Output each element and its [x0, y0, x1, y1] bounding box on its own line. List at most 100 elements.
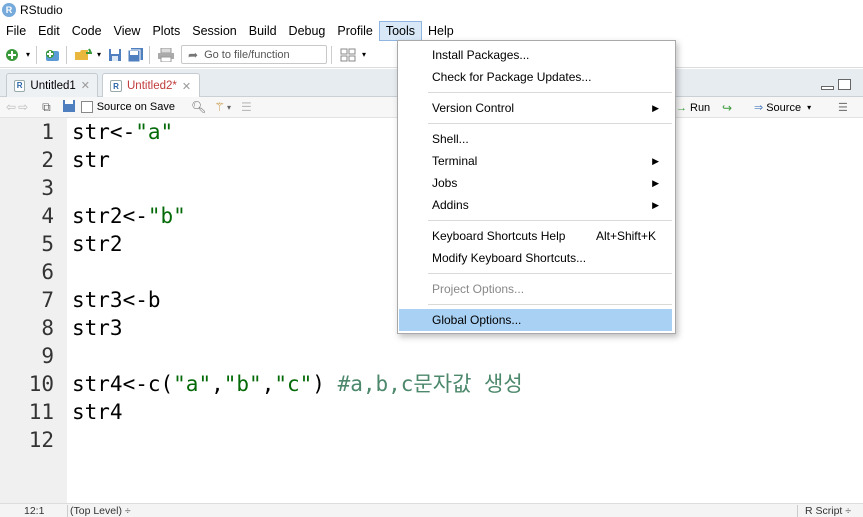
cursor-position: 12:1	[24, 505, 45, 517]
status-divider	[797, 505, 798, 517]
code-text: str4<-c("a","b","c") #a,b,c문자값 생성	[72, 370, 523, 398]
code-line[interactable]: 11 str4	[0, 398, 863, 426]
menu-item-install-packages[interactable]: Install Packages...	[399, 44, 672, 66]
code-text: str2	[72, 230, 123, 258]
code-line[interactable]: 12	[0, 426, 863, 454]
menu-item-check-updates[interactable]: Check for Package Updates...	[399, 66, 672, 88]
rerun-icon[interactable]: ↪	[722, 97, 732, 118]
status-divider	[67, 505, 68, 517]
menu-file[interactable]: File	[0, 21, 32, 41]
menu-tools[interactable]: Tools	[378, 20, 423, 41]
close-icon[interactable]: ✕	[182, 80, 191, 93]
code-token: str	[72, 148, 110, 172]
save-icon[interactable]	[106, 46, 124, 64]
menu-item-label: Keyboard Shortcuts Help	[432, 229, 566, 243]
menu-debug[interactable]: Debug	[283, 21, 332, 41]
menu-item-shell[interactable]: Shell...	[399, 128, 672, 150]
code-token: str4	[72, 400, 123, 424]
line-number: 2	[41, 148, 54, 172]
maximize-pane-icon[interactable]	[838, 79, 851, 90]
menu-session[interactable]: Session	[186, 21, 242, 41]
menu-separator	[428, 123, 672, 124]
line-number: 4	[41, 204, 54, 228]
window-title: RStudio	[20, 2, 63, 17]
menu-item-label: Addins	[432, 198, 469, 212]
title-bar: R RStudio	[0, 0, 863, 19]
dropdown-arrow-icon[interactable]: ▾	[227, 103, 231, 112]
menu-plots[interactable]: Plots	[146, 21, 186, 41]
file-type-selector[interactable]: R Script ÷	[805, 505, 851, 517]
compile-report-icon[interactable]: ☰	[241, 100, 252, 114]
menu-item-label: Version Control	[432, 101, 515, 115]
menu-profile[interactable]: Profile	[331, 21, 378, 41]
back-arrow-icon[interactable]: ⇦	[6, 100, 16, 114]
menu-separator	[428, 273, 672, 274]
go-to-file-input[interactable]: ➦ Go to file/function	[181, 45, 327, 64]
dropdown-arrow-icon[interactable]: ▾	[24, 46, 32, 64]
menu-item-keyboard-shortcuts-help[interactable]: Keyboard Shortcuts Help Alt+Shift+K	[399, 225, 672, 247]
save-icon[interactable]	[62, 99, 75, 115]
line-number: 10	[28, 372, 54, 396]
menu-view[interactable]: View	[108, 21, 147, 41]
menu-help[interactable]: Help	[422, 21, 460, 41]
menu-item-label: Shell...	[432, 132, 469, 146]
minimize-pane-icon[interactable]	[821, 86, 834, 90]
menu-item-label: Check for Package Updates...	[432, 70, 592, 84]
menu-item-modify-shortcuts[interactable]: Modify Keyboard Shortcuts...	[399, 247, 672, 269]
source-arrow-icon: ⇒	[754, 102, 764, 114]
source-on-save-checkbox[interactable]	[80, 101, 93, 113]
tab-untitled1[interactable]: R Untitled1 ✕	[6, 73, 98, 97]
run-arrow-icon: →	[676, 101, 687, 114]
menu-item-jobs[interactable]: Jobs ▶	[399, 172, 672, 194]
pane-controls	[821, 79, 851, 90]
menu-item-label: Modify Keyboard Shortcuts...	[432, 251, 587, 265]
tab-untitled2[interactable]: R Untitled2* ✕	[102, 73, 200, 98]
line-number: 1	[41, 120, 54, 144]
menu-item-global-options[interactable]: Global Options...	[399, 309, 672, 331]
menu-code[interactable]: Code	[66, 21, 108, 41]
code-token: ,	[211, 372, 224, 396]
forward-arrow-icon[interactable]: ⇨	[18, 100, 28, 114]
submenu-arrow-icon: ▶	[652, 200, 659, 210]
submenu-arrow-icon: ▶	[652, 178, 659, 188]
source-on-save-label: Source on Save	[96, 101, 175, 113]
code-line[interactable]: 10 str4<-c("a","b","c") #a,b,c문자값 생성	[0, 370, 863, 398]
r-file-icon: R	[14, 79, 26, 92]
menu-item-addins[interactable]: Addins ▶	[399, 194, 672, 216]
new-file-icon[interactable]	[3, 46, 21, 64]
tools-menu: Install Packages... Check for Package Up…	[397, 40, 676, 334]
menu-item-version-control[interactable]: Version Control ▶	[399, 97, 672, 119]
show-in-window-icon[interactable]: ⧉	[42, 100, 51, 115]
print-icon[interactable]	[157, 46, 175, 64]
scope-selector[interactable]: (Top Level) ÷	[70, 505, 131, 517]
r-file-icon: R	[110, 80, 122, 92]
submenu-arrow-icon: ▶	[652, 156, 659, 166]
menu-edit[interactable]: Edit	[32, 21, 66, 41]
submenu-arrow-icon: ▶	[652, 103, 659, 113]
grid-layout-icon[interactable]	[339, 46, 357, 64]
new-project-icon[interactable]	[44, 46, 62, 64]
menu-build[interactable]: Build	[243, 21, 283, 41]
open-file-icon[interactable]	[74, 46, 92, 64]
close-icon[interactable]: ✕	[81, 79, 90, 92]
code-text: str2<-"b"	[72, 202, 186, 230]
save-all-icon[interactable]	[127, 46, 145, 64]
dropdown-arrow-icon[interactable]: ▾	[360, 46, 368, 64]
run-button[interactable]: → Run	[676, 97, 710, 118]
menu-item-terminal[interactable]: Terminal ▶	[399, 150, 672, 172]
source-button[interactable]: ⇒ Source ▾	[754, 97, 811, 118]
code-line[interactable]: 9	[0, 342, 863, 370]
search-icon[interactable]: 🔍︎	[191, 100, 206, 114]
dropdown-arrow-icon[interactable]: ▾	[95, 46, 103, 64]
code-text: str3<-b	[72, 286, 161, 314]
magic-wand-icon[interactable]: ⚚	[214, 100, 225, 114]
line-number: 11	[28, 400, 54, 424]
toolbar-divider	[149, 45, 150, 64]
run-label: Run	[690, 101, 711, 114]
menu-separator	[428, 220, 672, 221]
code-token: )	[312, 372, 338, 396]
document-outline-icon[interactable]: ☰	[838, 97, 848, 118]
code-token: str3	[72, 316, 123, 340]
dropdown-arrow-icon[interactable]: ▾	[807, 103, 811, 112]
string-literal: "c"	[274, 372, 313, 396]
